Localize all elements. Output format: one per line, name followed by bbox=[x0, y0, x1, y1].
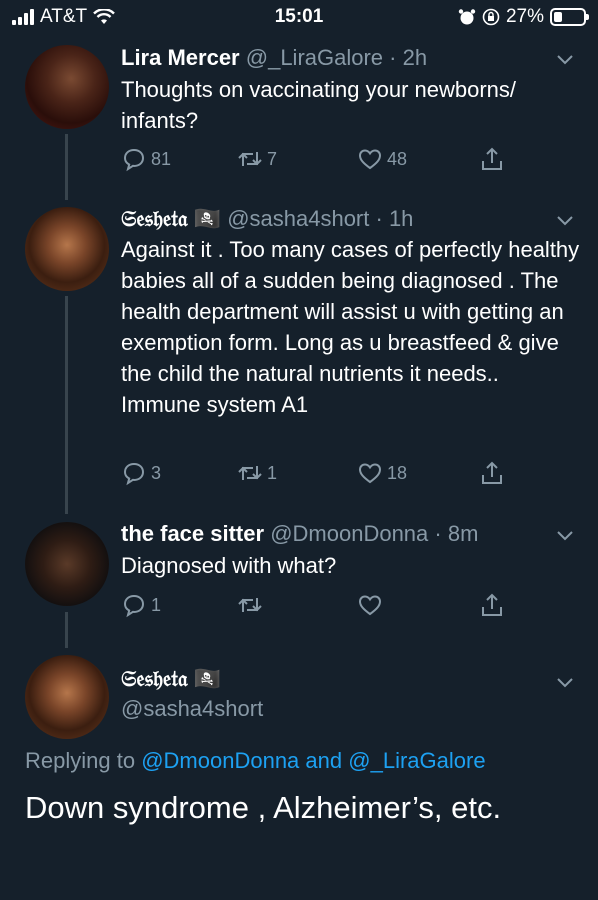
battery-fill bbox=[554, 12, 562, 22]
share-icon bbox=[482, 147, 502, 170]
like-button[interactable]: 18 bbox=[357, 460, 407, 486]
battery-icon bbox=[550, 8, 589, 26]
chevron-down-icon[interactable] bbox=[556, 673, 574, 691]
tweet-text: Thoughts on vaccinating your newborns/ i… bbox=[121, 77, 517, 133]
status-bar: AT&T 15:01 27% bbox=[0, 0, 598, 36]
flag-emoji: 🏴‍☠️ bbox=[193, 666, 222, 691]
avatar[interactable] bbox=[25, 207, 109, 291]
alarm-icon bbox=[458, 9, 476, 25]
like-count: 18 bbox=[387, 462, 408, 483]
reply-count: 3 bbox=[151, 462, 162, 483]
battery-percent: 27% bbox=[505, 6, 544, 27]
tweet-header: 𝔖𝔢𝔰𝔥𝔢𝔱𝔞 🏴‍☠️ bbox=[121, 666, 221, 692]
like-button[interactable] bbox=[357, 592, 387, 618]
heart-icon bbox=[358, 149, 382, 170]
thread-line bbox=[65, 296, 68, 514]
reply-button[interactable]: 3 bbox=[121, 460, 161, 486]
action-bar: 3 1 18 bbox=[121, 460, 511, 488]
heart-icon bbox=[358, 595, 382, 616]
reply-icon bbox=[123, 594, 145, 618]
tweet-time: · 1h bbox=[375, 206, 414, 231]
retweet-icon bbox=[238, 466, 262, 480]
reply-button[interactable]: 1 bbox=[121, 592, 161, 618]
display-name[interactable]: 𝔖𝔢𝔰𝔥𝔢𝔱𝔞 bbox=[121, 666, 188, 692]
user-handle[interactable]: @sasha4short bbox=[121, 696, 263, 722]
reply-icon bbox=[123, 148, 145, 172]
mention-link[interactable]: @_LiraGalore bbox=[348, 748, 485, 773]
tweet-time: · 8m bbox=[434, 521, 479, 546]
retweet-button[interactable]: 1 bbox=[237, 460, 277, 486]
like-count: 48 bbox=[387, 148, 408, 169]
user-handle[interactable]: @DmoonDonna bbox=[270, 521, 428, 546]
tweet-header: the face sitter @DmoonDonna · 8m bbox=[121, 521, 478, 547]
retweet-button[interactable]: 7 bbox=[237, 146, 277, 172]
heart-icon bbox=[358, 463, 382, 484]
user-handle[interactable]: @sasha4short bbox=[227, 206, 369, 231]
share-button[interactable] bbox=[479, 146, 505, 172]
share-button[interactable] bbox=[479, 460, 505, 486]
reply-button[interactable]: 81 bbox=[121, 146, 171, 172]
action-bar: 81 7 48 bbox=[121, 146, 511, 174]
retweet-button[interactable] bbox=[237, 592, 267, 618]
avatar[interactable] bbox=[25, 45, 109, 129]
tweet-text: Diagnosed with what? bbox=[121, 553, 337, 578]
share-button[interactable] bbox=[479, 592, 505, 618]
retweet-count: 7 bbox=[267, 148, 278, 169]
display-name[interactable]: Lira Mercer bbox=[121, 45, 240, 70]
tweet-header: Lira Mercer @_LiraGalore · 2h bbox=[121, 45, 427, 71]
tweet-text: Down syndrome , Alzheimer’s, etc. bbox=[25, 790, 502, 825]
tweet-text: Against it . Too many cases of perfectly… bbox=[121, 237, 580, 417]
share-icon bbox=[482, 593, 502, 616]
tweet-time: · 2h bbox=[389, 45, 428, 70]
status-right: 27% bbox=[458, 6, 589, 28]
like-button[interactable]: 48 bbox=[357, 146, 407, 172]
thread-line bbox=[65, 612, 68, 648]
reply-count: 1 bbox=[151, 594, 162, 615]
thread-line bbox=[65, 134, 68, 200]
reply-count: 81 bbox=[151, 148, 172, 169]
chevron-down-icon[interactable] bbox=[556, 211, 574, 229]
avatar[interactable] bbox=[25, 655, 109, 739]
replying-prefix: Replying to bbox=[25, 748, 136, 773]
retweet-icon bbox=[238, 598, 262, 612]
action-bar: 1 bbox=[121, 592, 511, 620]
reply-icon bbox=[123, 462, 145, 486]
mention-link[interactable]: @DmoonDonna bbox=[141, 748, 299, 773]
chevron-down-icon[interactable] bbox=[556, 50, 574, 68]
retweet-count: 1 bbox=[267, 462, 278, 483]
user-handle[interactable]: @_LiraGalore bbox=[246, 45, 383, 70]
retweet-icon bbox=[238, 152, 262, 166]
replying-to: Replying to @DmoonDonna and @_LiraGalore bbox=[25, 748, 486, 774]
display-name[interactable]: 𝔖𝔢𝔰𝔥𝔢𝔱𝔞 bbox=[121, 206, 188, 232]
share-icon bbox=[482, 461, 502, 484]
tweet-header: 𝔖𝔢𝔰𝔥𝔢𝔱𝔞 🏴‍☠️ @sasha4short · 1h bbox=[121, 206, 413, 232]
flag-emoji: 🏴‍☠️ bbox=[193, 206, 222, 231]
replying-and[interactable]: and bbox=[305, 748, 342, 773]
avatar[interactable] bbox=[25, 522, 109, 606]
display-name[interactable]: the face sitter bbox=[121, 521, 264, 546]
orientation-lock-icon bbox=[482, 8, 500, 26]
chevron-down-icon[interactable] bbox=[556, 526, 574, 544]
